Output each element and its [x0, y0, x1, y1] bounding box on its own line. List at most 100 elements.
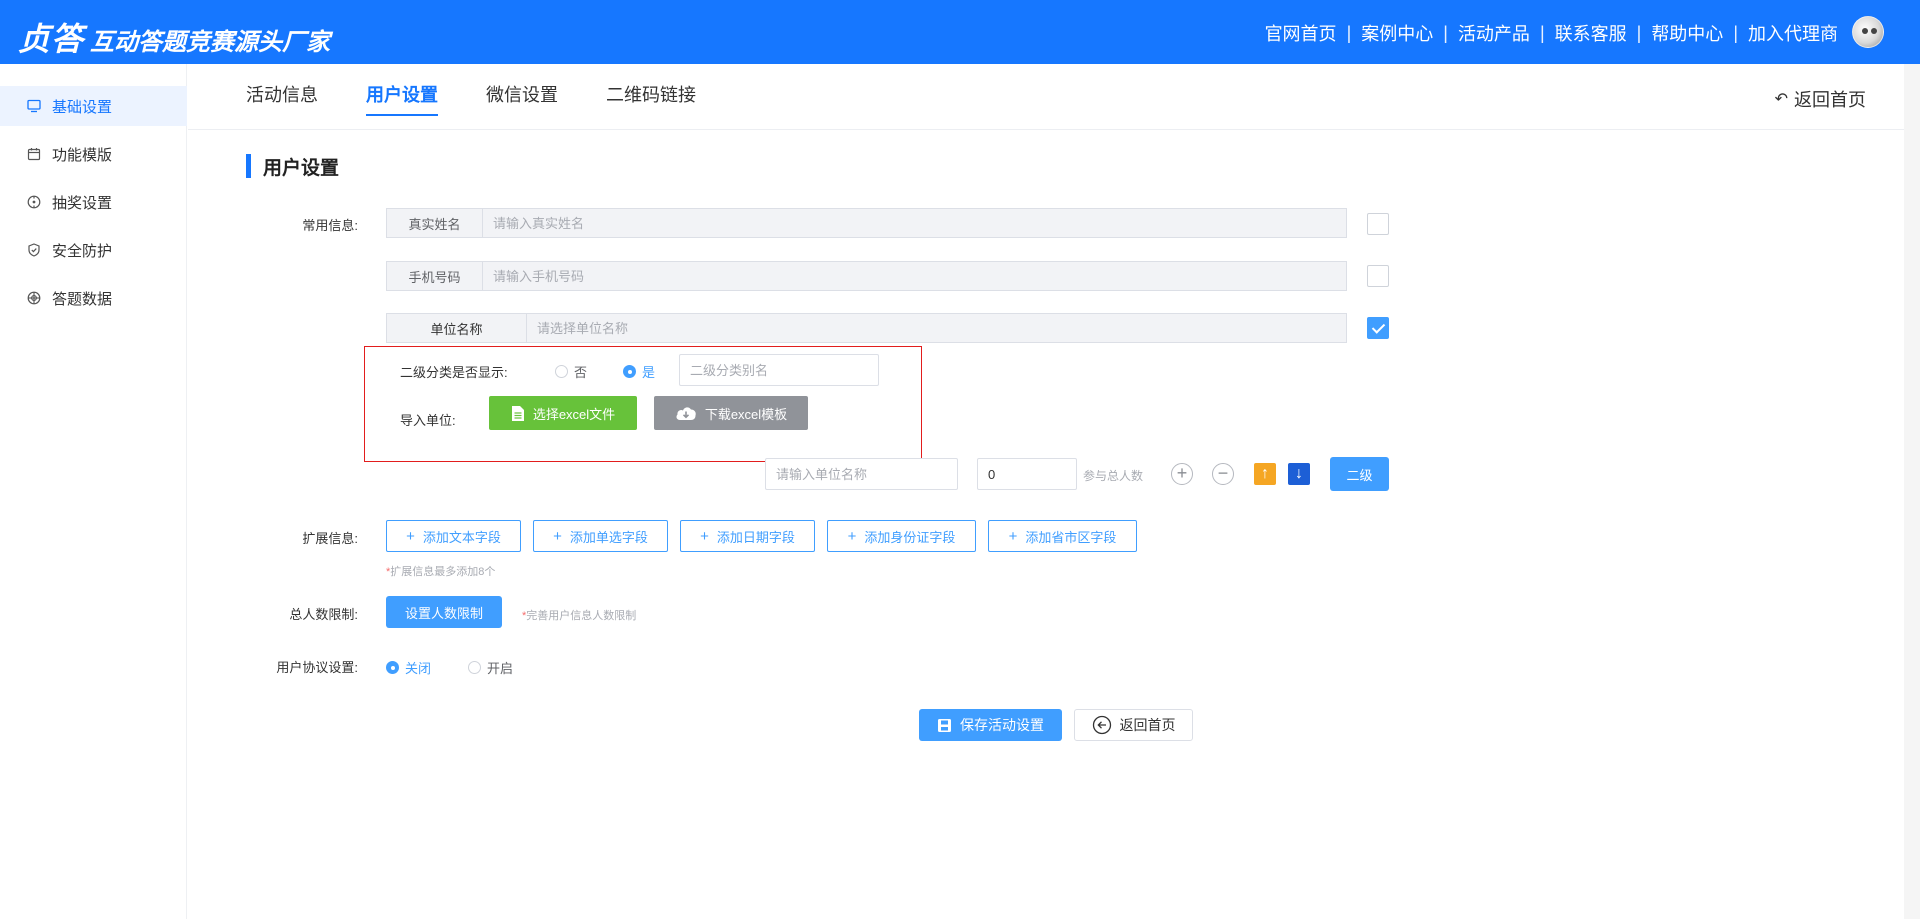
tab-wechat-settings[interactable]: 微信设置	[486, 81, 558, 107]
common-info-label: 常用信息:	[302, 218, 358, 233]
save-settings-button[interactable]: 保存活动设置	[919, 709, 1062, 741]
participant-count-input[interactable]	[977, 458, 1077, 490]
radio-off[interactable]	[386, 661, 399, 674]
move-up-icon[interactable]: ↑	[1254, 463, 1276, 485]
agreement-on-option[interactable]: 开启	[468, 658, 513, 677]
unit-name-checkbox[interactable]	[1367, 317, 1389, 339]
calendar-icon	[26, 146, 42, 162]
add-date-field-button[interactable]: + 添加日期字段	[680, 520, 815, 552]
participant-count-suffix: 参与总人数	[1083, 469, 1144, 483]
nav-separator: |	[1636, 22, 1642, 43]
add-text-field-button[interactable]: + 添加文本字段	[386, 520, 521, 552]
choose-excel-button[interactable]: 选择excel文件	[489, 396, 637, 430]
unit-name-field: 单位名称	[386, 313, 1347, 343]
phone-field: 手机号码	[386, 261, 1347, 291]
move-down-icon[interactable]: ↓	[1288, 463, 1310, 485]
extend-info-label: 扩展信息:	[302, 531, 358, 546]
plus-icon: +	[700, 527, 709, 545]
sidebar-item-label: 安全防护	[52, 242, 113, 260]
tab-activity-info[interactable]: 活动信息	[246, 81, 318, 107]
sidebar-item-function-templates[interactable]: 功能模版	[0, 134, 187, 174]
add-unit-icon[interactable]: +	[1171, 463, 1193, 485]
user-avatar[interactable]	[1852, 16, 1884, 48]
secondary-level-button[interactable]: 二级	[1330, 457, 1389, 491]
radio-on[interactable]	[468, 661, 481, 674]
phone-input[interactable]	[483, 262, 1346, 290]
nav-contact-service[interactable]: 联系客服	[1555, 20, 1627, 46]
nav-join-agent[interactable]: 加入代理商	[1748, 20, 1838, 46]
save-icon	[937, 718, 952, 733]
monitor-icon	[26, 98, 42, 114]
add-id-card-field-button[interactable]: + 添加身份证字段	[827, 520, 976, 552]
add-region-field-button[interactable]: + 添加省市区字段	[988, 520, 1137, 552]
nav-official-home[interactable]: 官网首页	[1265, 20, 1337, 46]
save-settings-label: 保存活动设置	[960, 717, 1044, 733]
plus-icon: +	[847, 527, 857, 545]
radio-yes[interactable]	[623, 365, 636, 378]
plus-icon: +	[406, 527, 415, 545]
remove-unit-icon[interactable]: −	[1212, 463, 1234, 485]
add-radio-field-button[interactable]: + 添加单选字段	[533, 520, 668, 552]
plus-icon: +	[553, 527, 562, 545]
sidebar-item-label: 抽奖设置	[52, 194, 113, 212]
tab-bar: 活动信息 用户设置 微信设置 二维码链接 ↶ 返回首页	[188, 64, 1904, 130]
agreement-off-option[interactable]: 关闭	[386, 658, 431, 677]
tab-qrcode-link[interactable]: 二维码链接	[606, 81, 696, 107]
phone-checkbox[interactable]	[1367, 265, 1389, 287]
back-home-button-label: 返回首页	[1119, 717, 1176, 733]
cloud-download-icon	[675, 405, 697, 421]
import-unit-label: 导入单位:	[400, 413, 456, 428]
plus-icon: +	[1008, 527, 1018, 545]
nav-separator: |	[1443, 22, 1448, 43]
back-arrow-icon	[1092, 715, 1112, 735]
real-name-field: 真实姓名	[386, 208, 1347, 238]
sub-category-yes-option[interactable]: 是	[623, 362, 655, 381]
shield-icon	[26, 242, 42, 258]
sub-category-no-option[interactable]: 否	[555, 362, 587, 381]
brand-logo: 贞答	[18, 20, 85, 58]
sidebar-item-security[interactable]: 安全防护	[0, 230, 187, 270]
compass-icon	[26, 194, 42, 210]
nav-help-center[interactable]: 帮助中心	[1651, 20, 1723, 46]
sidebar-item-label: 功能模版	[52, 146, 113, 164]
choose-excel-label: 选择excel文件	[532, 406, 616, 422]
agreement-label: 用户协议设置:	[276, 660, 358, 675]
sidebar-item-label: 答题数据	[52, 290, 113, 308]
brand-slogan: 互动答题竞赛源头厂家	[90, 29, 331, 56]
nav-separator: |	[1733, 22, 1738, 43]
back-home-link[interactable]: ↶ 返回首页	[1775, 86, 1866, 112]
back-home-label: 返回首页	[1794, 90, 1866, 110]
scrollbar[interactable]	[1904, 64, 1920, 919]
sub-category-label: 二级分类是否显示:	[400, 365, 508, 380]
nav-case-center[interactable]: 案例中心	[1361, 20, 1433, 46]
tab-user-settings[interactable]: 用户设置	[366, 81, 438, 116]
unit-name-input[interactable]	[765, 458, 958, 490]
top-header: 贞答 互动答题竞赛源头厂家 官网首页 | 案例中心 | 活动产品 | 联系客服 …	[0, 0, 1920, 64]
download-template-button[interactable]: 下载excel模板	[654, 396, 808, 430]
extend-info-hint: *扩展信息最多添加8个	[386, 566, 496, 578]
download-template-label: 下载excel模板	[704, 406, 788, 422]
sidebar-item-basic-settings[interactable]: 基础设置	[0, 86, 187, 126]
real-name-input[interactable]	[483, 209, 1346, 237]
sidebar: 基础设置 功能模版 抽奖设置 安全防护 答题数据	[0, 64, 187, 919]
back-home-button[interactable]: 返回首页	[1074, 709, 1193, 741]
set-limit-button[interactable]: 设置人数限制	[386, 596, 502, 628]
sidebar-item-answer-data[interactable]: 答题数据	[0, 278, 187, 318]
page-title: 用户设置	[246, 153, 339, 179]
unit-name-prepend: 单位名称	[387, 314, 527, 342]
nav-activity-products[interactable]: 活动产品	[1458, 20, 1530, 46]
real-name-prepend: 真实姓名	[387, 209, 483, 237]
total-limit-label: 总人数限制:	[289, 607, 358, 622]
phone-prepend: 手机号码	[387, 262, 483, 290]
undo-icon: ↶	[1774, 91, 1788, 108]
unit-name-select[interactable]	[527, 314, 1346, 342]
total-limit-hint: *完善用户信息人数限制	[522, 610, 637, 622]
nav-separator: |	[1539, 22, 1545, 43]
nav-separator: |	[1346, 22, 1352, 43]
radio-no[interactable]	[555, 365, 568, 378]
top-nav: 官网首页 | 案例中心 | 活动产品 | 联系客服 | 帮助中心 | 加入代理商	[1265, 20, 1838, 46]
brand[interactable]: 贞答 互动答题竞赛源头厂家	[18, 14, 330, 58]
chart-icon	[26, 290, 42, 306]
real-name-checkbox[interactable]	[1367, 213, 1389, 235]
sub-category-alias-input[interactable]	[679, 354, 879, 386]
